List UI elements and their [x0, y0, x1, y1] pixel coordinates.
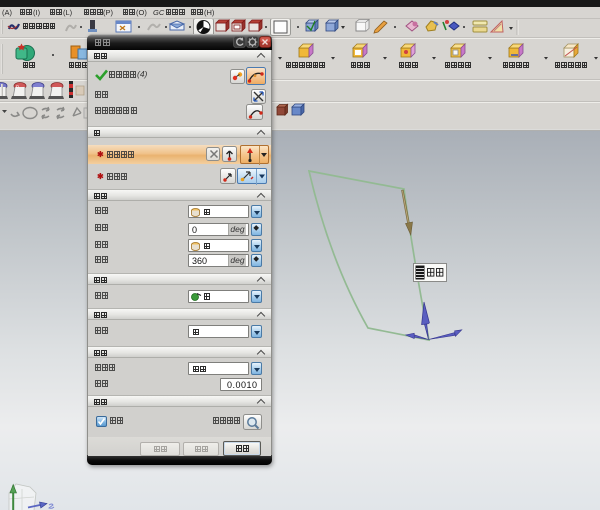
svg-text:o: o: [16, 84, 19, 90]
